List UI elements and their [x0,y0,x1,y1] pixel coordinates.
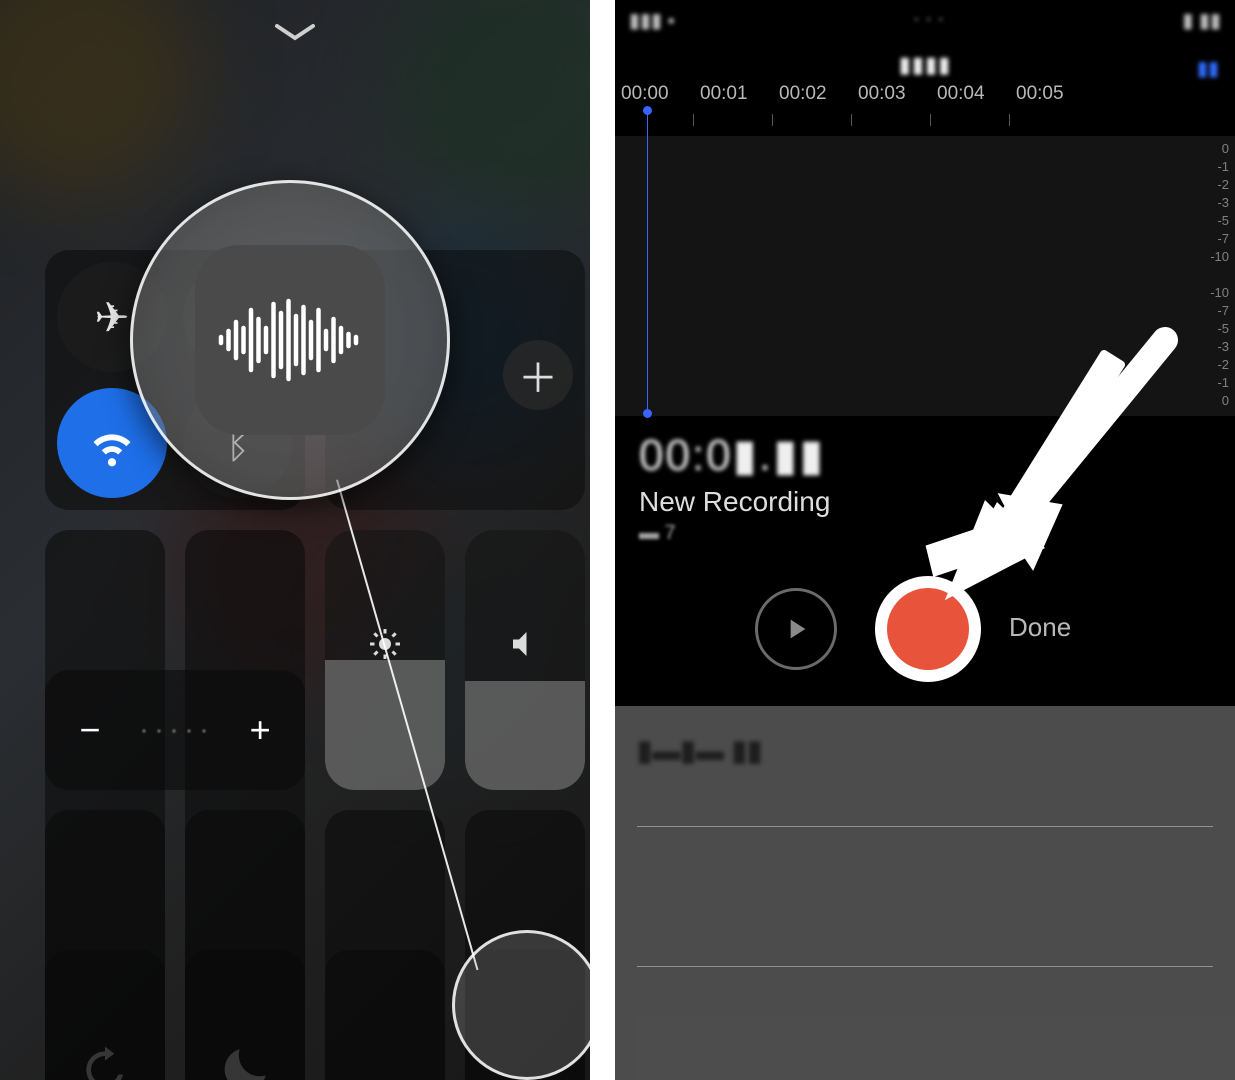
text-size-indicator: · · · · · [141,720,209,741]
recording-elapsed-time: 00:0▮.▮▮ [639,430,826,481]
voice-memo-tile[interactable] [465,950,585,1080]
status-right: ▮ ▮▮ [1182,8,1221,44]
record-stop-button[interactable] [875,576,981,682]
status-center: · · · [913,8,944,44]
recordings-list-dimmed: ▮▬▮▬ ▮▮ [615,706,1235,1080]
recording-title[interactable]: New Recording [639,486,830,518]
text-size-tile[interactable]: − · · · · · + [45,670,305,790]
waveform-canvas[interactable] [615,136,1235,416]
edit-button[interactable]: ▮▮ [1197,56,1219,81]
control-center-screenshot: ✈ ((·)) ᛒ ＋ − · · · · · + [0,0,590,1080]
wifi-icon [84,415,140,471]
list-separator [637,966,1213,967]
db-scale: 0-1 -2-3 -5-7 -10 -10-7 -5-3 -2-1 0 [1210,140,1229,410]
recording-subtitle: ▬ 7 [639,522,676,545]
done-button[interactable]: Done [1009,612,1071,643]
timeline-ruler[interactable]: 00:00 00:01 00:02 00:03 00:04 00:05 [615,104,1235,136]
playhead[interactable] [647,108,648,416]
callout-magnifier [130,180,450,500]
speaker-icon [507,626,543,662]
list-item-title: ▮▬▮▬ ▮▮ [637,734,762,767]
chevron-down-icon[interactable] [273,20,317,49]
list-separator [637,826,1213,827]
record-core-icon [887,588,969,670]
nav-title: ▮▮▮▮ [899,52,951,77]
minus-icon: − [79,709,100,751]
voice-memos-screenshot: ▮▮▮ ▪ · · · ▮ ▮▮ ▮▮▮▮ ▮▮ 00:00 00:01 00:… [615,0,1235,1080]
airplane-icon: ✈ [94,293,129,342]
status-bar: ▮▮▮ ▪ · · · ▮ ▮▮ [629,8,1221,44]
play-button[interactable] [755,588,837,670]
status-left: ▮▮▮ ▪ [629,8,675,44]
callout-voice-memo-tile [195,245,385,435]
low-power-tile[interactable] [185,950,305,1080]
plus-icon: + [250,709,271,751]
recorder-controls: Done [615,570,1235,690]
wallet-tile[interactable] [45,950,165,1080]
screen-record-tile[interactable] [325,950,445,1080]
panel-divider [590,0,615,1080]
brightness-slider[interactable] [325,530,445,790]
volume-slider[interactable] [465,530,585,790]
play-icon [780,613,812,645]
voice-memo-waveform-icon [215,290,365,390]
airplay-add-icon[interactable]: ＋ [503,340,573,410]
